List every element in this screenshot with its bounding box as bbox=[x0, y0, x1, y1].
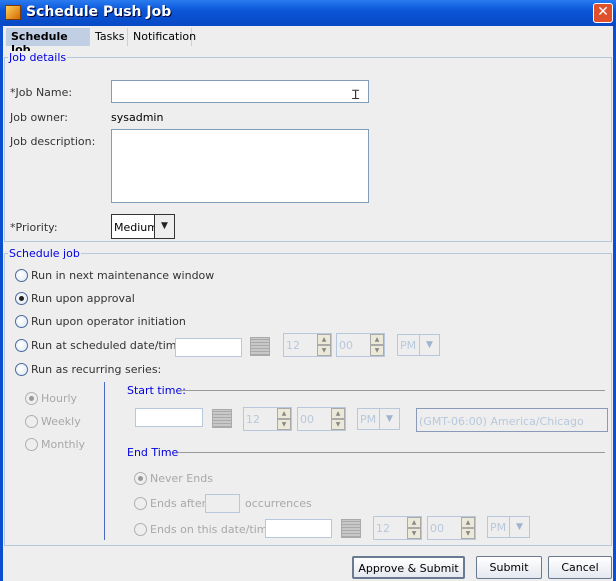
radio-scheduled-datetime[interactable] bbox=[15, 339, 28, 352]
tab-schedule-job[interactable]: Schedule Job bbox=[6, 28, 90, 56]
tab-notification[interactable]: Notification bbox=[128, 28, 196, 46]
radio-label: Hourly bbox=[41, 392, 78, 405]
radio-ends-after[interactable] bbox=[134, 497, 147, 510]
chevron-down-icon: ▼ bbox=[509, 517, 529, 537]
job-owner-value: sysadmin bbox=[111, 111, 164, 124]
submit-button[interactable]: Submit bbox=[476, 556, 542, 579]
start-date-input[interactable] bbox=[135, 408, 203, 427]
schedule-job-legend: Schedule job bbox=[8, 247, 81, 260]
scheduled-date-input[interactable] bbox=[175, 338, 242, 357]
radio-ends-on-date[interactable] bbox=[134, 523, 147, 536]
radio-recurring-series[interactable] bbox=[15, 363, 28, 376]
end-minute-spinner[interactable]: 00 ▲ ▼ bbox=[427, 516, 476, 540]
end-ampm-select[interactable]: PM ▼ bbox=[487, 516, 530, 538]
radio-never-ends[interactable] bbox=[134, 472, 147, 485]
occurrences-input[interactable] bbox=[205, 494, 240, 513]
app-icon bbox=[5, 5, 21, 20]
approve-submit-button[interactable]: Approve & Submit bbox=[352, 556, 465, 579]
title-bar[interactable]: Schedule Push Job ✕ bbox=[0, 0, 616, 26]
start-hour-spinner[interactable]: 12 ▲ ▼ bbox=[243, 407, 292, 431]
radio-label: Run in next maintenance window bbox=[31, 269, 215, 282]
radio-label: Weekly bbox=[41, 415, 81, 428]
job-description-label: Job description: bbox=[10, 135, 96, 148]
radio-maintenance-window[interactable] bbox=[15, 269, 28, 282]
chevron-down-icon: ▼ bbox=[419, 335, 439, 355]
calendar-icon[interactable] bbox=[341, 519, 361, 538]
tab-tasks[interactable]: Tasks bbox=[90, 28, 128, 46]
start-time-legend: Start time: bbox=[127, 384, 186, 397]
occurrences-label: occurrences bbox=[245, 497, 312, 510]
start-ampm-select[interactable]: PM ▼ bbox=[357, 408, 400, 430]
radio-weekly[interactable] bbox=[25, 415, 38, 428]
job-details-legend: Job details bbox=[8, 51, 68, 64]
radio-label: Ends after bbox=[150, 497, 207, 510]
separator bbox=[180, 390, 605, 391]
priority-label: *Priority: bbox=[10, 221, 58, 234]
job-description-input[interactable] bbox=[111, 129, 369, 203]
divider bbox=[104, 382, 105, 540]
radio-upon-approval[interactable] bbox=[15, 292, 28, 305]
radio-operator-initiation[interactable] bbox=[15, 315, 28, 328]
calendar-icon[interactable] bbox=[212, 409, 232, 428]
radio-label: Never Ends bbox=[150, 472, 213, 485]
radio-label: Run upon approval bbox=[31, 292, 135, 305]
timezone-select[interactable]: (GMT-06:00) America/Chicago bbox=[416, 408, 608, 432]
priority-select[interactable]: Medium ▼ bbox=[111, 214, 175, 239]
radio-monthly[interactable] bbox=[25, 438, 38, 451]
job-name-input[interactable]: Ɪ bbox=[111, 80, 369, 103]
radio-label: Ends on this date/time bbox=[150, 523, 275, 536]
radio-label: Run at scheduled date/time: bbox=[31, 339, 187, 352]
text-cursor-icon: Ɪ bbox=[352, 88, 360, 103]
chevron-down-icon: ▼ bbox=[379, 409, 399, 429]
scheduled-hour-spinner[interactable]: 12 ▲ ▼ bbox=[283, 333, 332, 357]
priority-value: Medium bbox=[114, 221, 158, 234]
cancel-button[interactable]: Cancel bbox=[548, 556, 612, 579]
job-name-label: *Job Name: bbox=[10, 86, 73, 99]
chevron-down-icon: ▼ bbox=[154, 215, 174, 238]
radio-hourly[interactable] bbox=[25, 392, 38, 405]
radio-label: Monthly bbox=[41, 438, 86, 451]
scheduled-ampm-select[interactable]: PM ▼ bbox=[397, 334, 440, 356]
radio-label: Run upon operator initiation bbox=[31, 315, 186, 328]
close-button[interactable]: ✕ bbox=[593, 3, 613, 23]
end-hour-spinner[interactable]: 12 ▲ ▼ bbox=[373, 516, 422, 540]
window-title: Schedule Push Job bbox=[26, 4, 172, 20]
separator bbox=[178, 452, 605, 453]
start-minute-spinner[interactable]: 00 ▲ ▼ bbox=[297, 407, 346, 431]
scheduled-minute-spinner[interactable]: 00 ▲ ▼ bbox=[336, 333, 385, 357]
calendar-icon[interactable] bbox=[250, 337, 270, 356]
job-owner-label: Job owner: bbox=[10, 111, 68, 124]
radio-label: Run as recurring series: bbox=[31, 363, 162, 376]
end-time-legend: End Time bbox=[127, 446, 179, 459]
end-date-input[interactable] bbox=[265, 519, 332, 538]
